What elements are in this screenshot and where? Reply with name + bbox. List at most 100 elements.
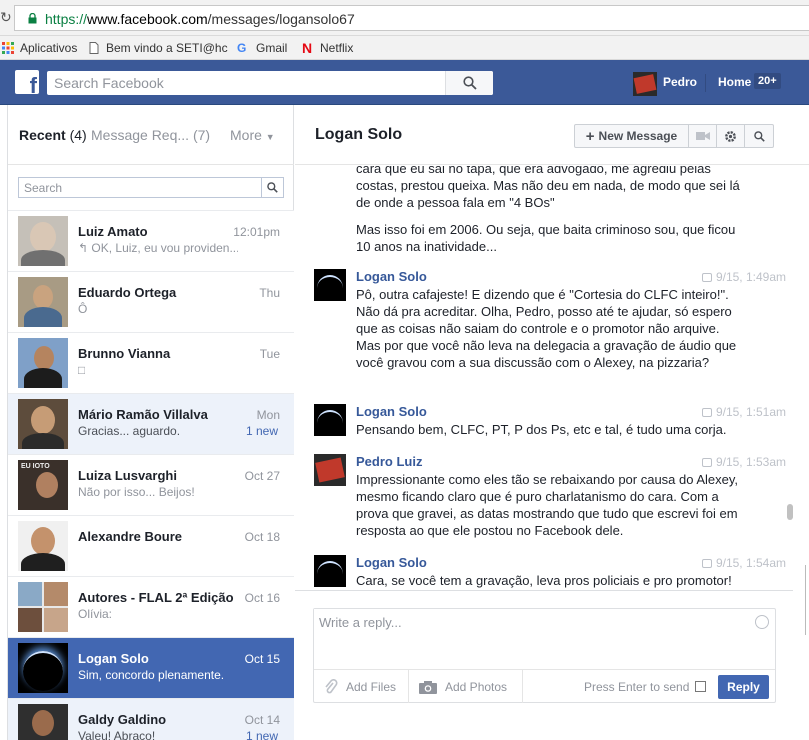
conversation-name: Autores - FLAL 2ª Edição xyxy=(78,590,234,605)
profile-avatar[interactable] xyxy=(633,72,657,96)
conversation-item[interactable]: Brunno Vianna □ Tue xyxy=(8,332,294,393)
message-time: 9/15, 1:49am xyxy=(701,270,786,284)
apps-grid-icon xyxy=(2,42,14,54)
message-composer: Add Files Add Photos Press Enter to send… xyxy=(295,590,793,740)
message-time: 9/15, 1:54am xyxy=(701,556,786,570)
message-icon xyxy=(701,408,712,418)
avatar xyxy=(18,338,68,388)
new-message-button[interactable]: + New Message xyxy=(575,125,689,147)
gear-icon xyxy=(725,130,736,142)
bookmarks-bar: Aplicativos Bem vindo a SETI@hc G Gmail … xyxy=(0,36,809,60)
facebook-search-input[interactable] xyxy=(47,71,447,95)
video-call-button[interactable] xyxy=(689,125,717,147)
message-author[interactable]: Logan Solo xyxy=(356,404,427,419)
conversation-snippet: Gracias... aguardo. xyxy=(78,424,181,438)
chat-title: Logan Solo xyxy=(315,126,403,143)
plus-icon: + xyxy=(585,127,595,145)
avatar xyxy=(18,216,68,266)
avatar xyxy=(18,521,68,571)
address-bar[interactable]: https://www.facebook.com/messages/logans… xyxy=(14,5,809,31)
home-link[interactable]: Home xyxy=(718,75,751,89)
header-divider xyxy=(705,74,706,92)
settings-button[interactable] xyxy=(717,125,745,147)
window-edge xyxy=(805,565,809,635)
conversation-time: Tue xyxy=(259,347,280,361)
conversation-snippet: Valeu! Abraço! xyxy=(78,729,156,740)
toolbar-divider xyxy=(408,670,409,703)
tab-recent[interactable]: Recent (4) xyxy=(19,127,87,143)
conversation-snippet: Olívia: xyxy=(78,607,113,621)
facebook-header: f Pedro Home 20+ xyxy=(0,60,809,105)
conversation-item[interactable]: Autores - FLAL 2ª Edição Olívia: Oct 16 xyxy=(8,576,294,637)
conversation-search-input[interactable] xyxy=(19,178,259,197)
conversation-snippet: □ xyxy=(78,363,86,377)
conversation-name: Brunno Vianna xyxy=(78,346,171,361)
tab-message-requests[interactable]: Message Req... (7) xyxy=(91,127,210,143)
toolbar-divider xyxy=(522,670,523,703)
search-button[interactable] xyxy=(445,71,493,95)
conversation-search-button[interactable] xyxy=(261,178,283,197)
avatar[interactable] xyxy=(314,404,346,436)
page-icon xyxy=(89,42,99,54)
facebook-logo-icon[interactable]: f xyxy=(15,70,39,94)
conversation-name: Mário Ramão Villalva xyxy=(78,407,208,422)
conversation-item[interactable]: Luiz Amato ↰ OK, Luiz, eu vou providen..… xyxy=(8,210,294,271)
message-text: Cara, se você tem a gravação, leva pros … xyxy=(356,573,732,588)
conversation-item[interactable]: Mário Ramão Villalva Gracias... aguardo.… xyxy=(8,393,294,454)
conversation-search xyxy=(18,177,284,198)
conversation-item[interactable]: Eduardo Ortega Ô Thu xyxy=(8,271,294,332)
avatar xyxy=(18,582,68,632)
camera-icon xyxy=(419,680,437,694)
avatar[interactable] xyxy=(314,454,346,486)
conversation-name: Logan Solo xyxy=(78,651,149,666)
conversation-time: Thu xyxy=(259,286,280,300)
conversation-item[interactable]: Galdy Galdino Valeu! Abraço! Oct 14 1 ne… xyxy=(8,698,294,740)
bookmark-apps[interactable]: Aplicativos xyxy=(2,40,77,56)
conversation-time: Mon xyxy=(256,408,280,422)
emoji-icon[interactable] xyxy=(755,615,769,629)
reply-button[interactable]: Reply xyxy=(718,675,769,699)
thread-scrollbar[interactable] xyxy=(787,504,793,520)
bookmark-gmail[interactable]: G Gmail xyxy=(237,40,287,56)
message-text: Impressionante como eles tão se rebaixan… xyxy=(356,472,739,538)
google-icon: G xyxy=(237,41,247,55)
bookmark-netflix[interactable]: N Netflix xyxy=(302,40,353,56)
avatar[interactable] xyxy=(314,555,346,587)
new-count-badge: 1 new xyxy=(245,424,278,438)
message-time: 9/15, 1:51am xyxy=(701,405,786,419)
profile-name[interactable]: Pedro xyxy=(663,75,697,89)
home-count-badge: 20+ xyxy=(754,73,781,89)
facebook-search xyxy=(47,71,493,95)
search-conversation-button[interactable] xyxy=(745,125,773,147)
avatar[interactable] xyxy=(314,269,346,301)
tab-recent-count: (4) xyxy=(69,127,87,143)
conversation-item[interactable]: Logan Solo Sim, concordo plenamente. Oct… xyxy=(8,637,294,698)
conversation-item[interactable]: Alexandre Boure Oct 18 xyxy=(8,515,294,576)
netflix-icon: N xyxy=(302,40,313,56)
add-photos-button[interactable]: Add Photos xyxy=(419,670,507,703)
message-author[interactable]: Pedro Luiz xyxy=(356,454,422,469)
message-text: Pensando bem, CLFC, PT, P dos Ps, etc e … xyxy=(356,422,727,437)
conversation-name: Luiza Lusvarghi xyxy=(78,468,177,483)
bookmark-label: Netflix xyxy=(320,41,354,55)
reply-input[interactable] xyxy=(314,609,754,664)
press-enter-checkbox[interactable] xyxy=(695,681,706,692)
conversation-name: Luiz Amato xyxy=(78,224,148,239)
avatar: EU IOTO xyxy=(18,460,68,510)
conversation-sidebar: Recent (4) Message Req... (7) More ▼ Lui… xyxy=(7,105,294,740)
bookmark-label: Gmail xyxy=(256,41,288,55)
add-files-button[interactable]: Add Files xyxy=(324,670,396,703)
message-icon xyxy=(701,273,712,283)
avatar xyxy=(18,399,68,449)
conversation-item[interactable]: EU IOTO Luiza Lusvarghi Não por isso... … xyxy=(8,454,294,515)
message-author[interactable]: Logan Solo xyxy=(356,555,427,570)
conversation-name: Alexandre Boure xyxy=(78,529,183,544)
conversation-time: 12:01pm xyxy=(233,225,280,239)
composer-toolbar: Add Files Add Photos Press Enter to send… xyxy=(314,669,775,703)
conversation-snippet: Não por isso... Beijos! xyxy=(78,485,195,499)
tab-more[interactable]: More ▼ xyxy=(230,127,275,143)
reload-icon[interactable]: ↻ xyxy=(0,9,12,27)
message-author[interactable]: Logan Solo xyxy=(356,269,427,284)
conversation-time: Oct 18 xyxy=(244,530,280,544)
bookmark-seti[interactable]: Bem vindo a SETI@hc xyxy=(88,40,228,56)
